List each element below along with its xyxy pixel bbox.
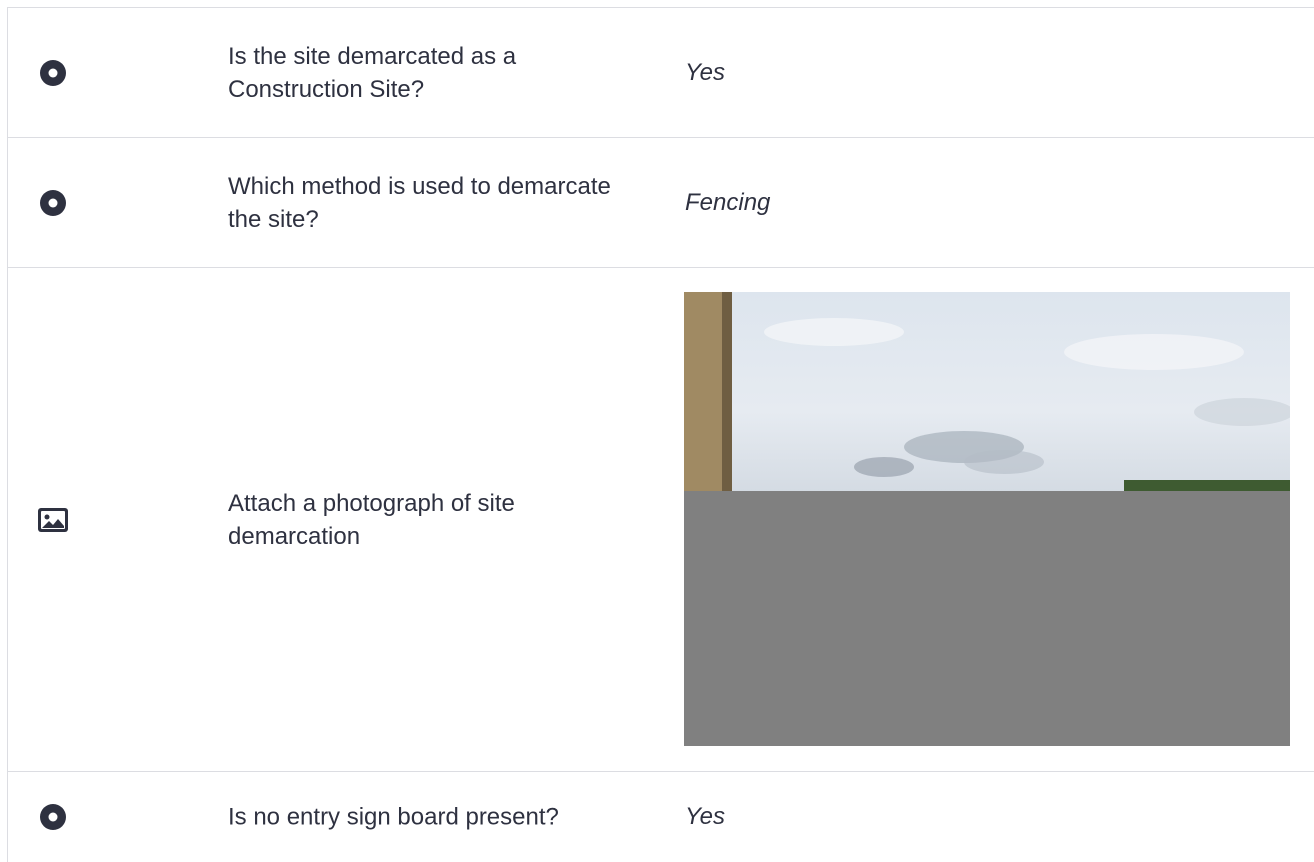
question-text: Which method is used to demarcate the si… [228,172,611,233]
radio-icon [37,803,69,831]
radio-icon [37,59,69,87]
question-text: Is no entry sign board present? [228,803,559,831]
radio-icon [37,189,69,217]
answer-text: Yes [685,803,726,830]
form-responses-table: Is the site demarcated as a Construction… [7,7,1314,862]
table-row: Attach a photograph of site demarcation [8,268,1314,772]
image-icon [37,506,69,534]
table-row: Is the site demarcated as a Construction… [8,8,1314,138]
answer-text: Yes [685,58,726,86]
question-text: Is the site demarcated as a Construction… [228,42,517,103]
site-demarcation-photo[interactable] [684,292,1290,746]
answer-text: Fencing [685,188,771,216]
table-row: Which method is used to demarcate the si… [8,138,1314,268]
table-row: Is no entry sign board present? Yes [8,772,1314,862]
question-text: Attach a photograph of site demarcation [228,489,515,550]
